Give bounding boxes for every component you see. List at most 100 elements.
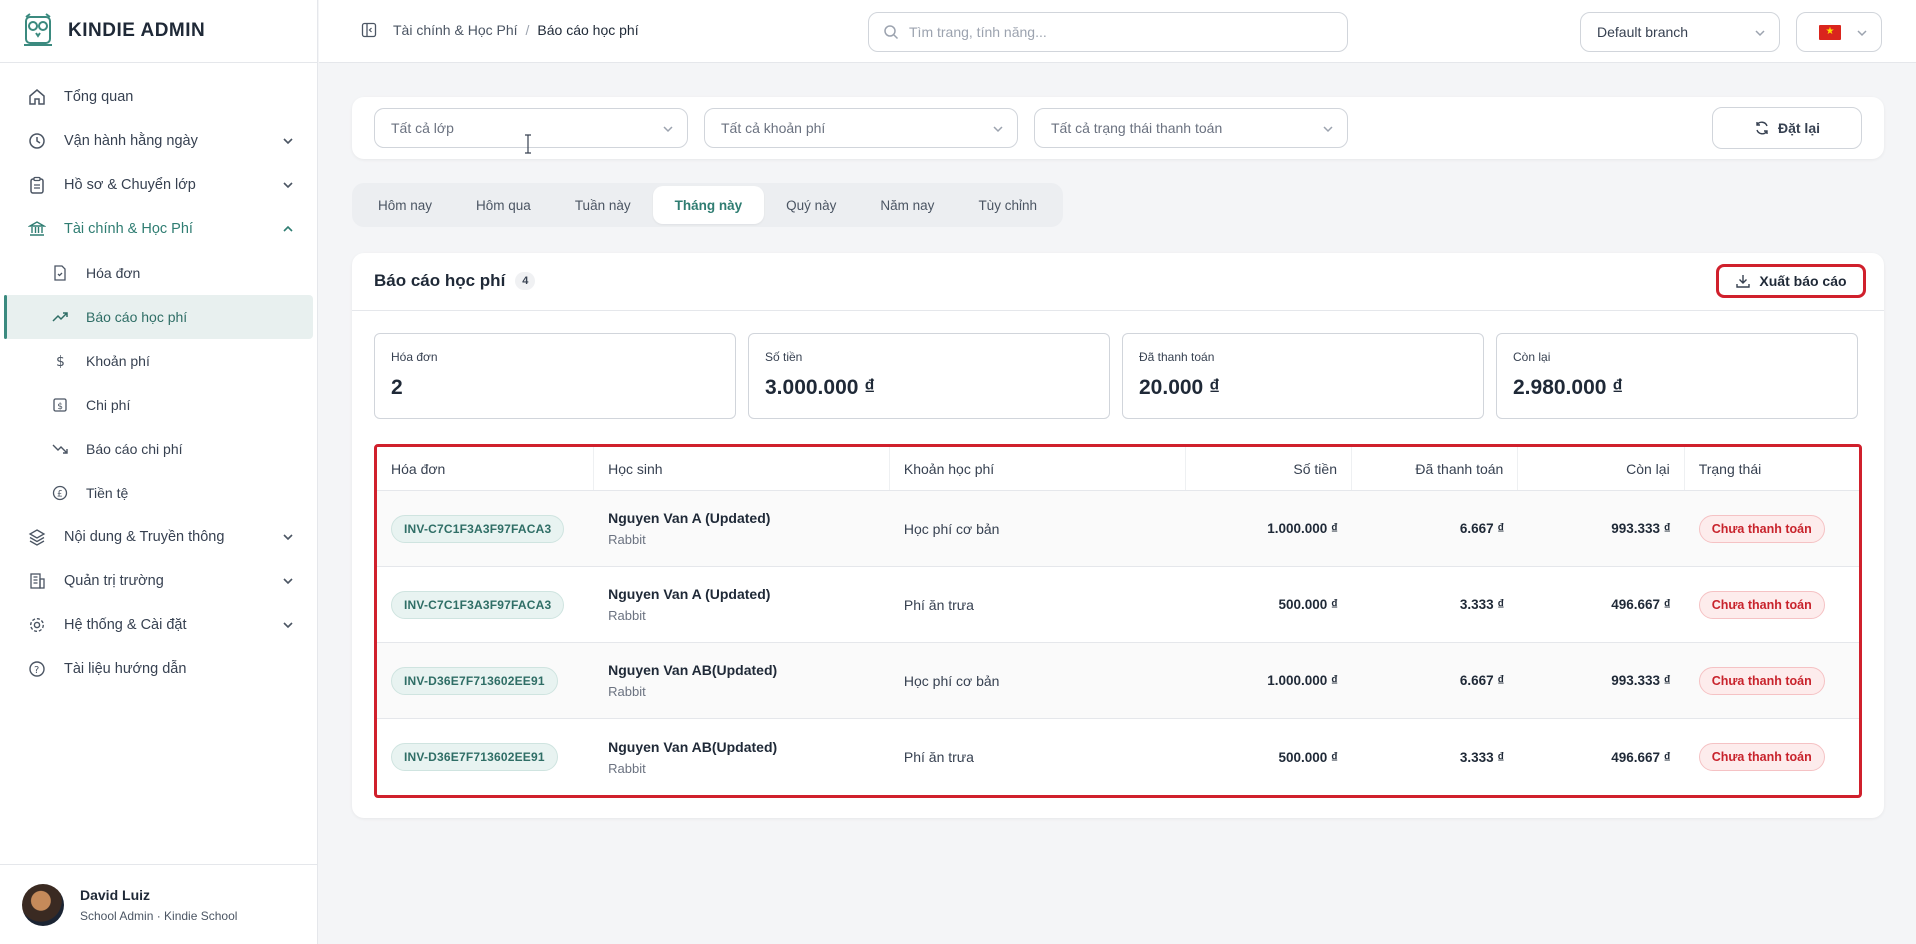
text-cursor-icon bbox=[525, 134, 531, 154]
sidebar-item-label: Hệ thống & Cài đặt bbox=[64, 617, 187, 633]
brand[interactable]: KINDIE ADMIN bbox=[0, 0, 317, 63]
tab-this-month[interactable]: Tháng này bbox=[652, 186, 765, 224]
tab-yesterday[interactable]: Hôm qua bbox=[454, 186, 553, 224]
status-badge: Chưa thanh toán bbox=[1698, 590, 1825, 619]
tab-this-quarter[interactable]: Quý này bbox=[764, 186, 858, 224]
sidebar-item-content[interactable]: Nội dung & Truyền thông bbox=[0, 515, 317, 559]
svg-text:?: ? bbox=[34, 665, 39, 676]
user-profile[interactable]: David Luiz School Admin · Kindie School bbox=[0, 864, 318, 944]
invoice-id-badge[interactable]: INV-D36E7F713602EE91 bbox=[391, 743, 558, 771]
sidebar-item-fees[interactable]: $ Khoản phí bbox=[0, 339, 317, 383]
column-header-remaining[interactable]: Còn lại bbox=[1518, 447, 1685, 490]
table-row[interactable]: INV-C7C1F3A3F97FACA3 Nguyen Van A (Updat… bbox=[377, 491, 1859, 567]
search-box[interactable] bbox=[868, 12, 1348, 52]
class-filter-value: Tất cả lớp bbox=[391, 120, 454, 136]
export-report-button[interactable]: Xuất báo cáo bbox=[1716, 264, 1866, 298]
student-class: Rabbit bbox=[608, 608, 646, 623]
stat-label: Đã thanh toán bbox=[1139, 350, 1215, 364]
sidebar-nav: Tổng quan Vận hành hằng ngày Hồ sơ & Chu… bbox=[0, 63, 317, 691]
breadcrumb-parent[interactable]: Tài chính & Học Phí bbox=[393, 22, 518, 38]
user-role: School Admin · Kindie School bbox=[80, 908, 238, 923]
svg-text:$: $ bbox=[56, 354, 65, 369]
payment-status-filter-select[interactable]: Tất cả trạng thái thanh toán bbox=[1034, 108, 1348, 148]
sidebar-item-label: Quản trị trường bbox=[64, 573, 164, 589]
stat-value: 2 bbox=[391, 376, 403, 399]
chevron-down-icon bbox=[663, 126, 673, 133]
column-header-status[interactable]: Trạng thái bbox=[1685, 447, 1859, 490]
table-row[interactable]: INV-C7C1F3A3F97FACA3 Nguyen Van A (Updat… bbox=[377, 567, 1859, 643]
sidebar-item-label: Tài chính & Học Phí bbox=[64, 221, 193, 237]
svg-text:£: £ bbox=[57, 490, 63, 500]
amount-cell: 1.000.000 ₫ bbox=[1267, 673, 1338, 688]
fee-filter-select[interactable]: Tất cả khoản phí bbox=[704, 108, 1018, 148]
sidebar-item-currency[interactable]: £ Tiền tệ bbox=[0, 471, 317, 515]
sidebar-item-finance[interactable]: Tài chính & Học Phí bbox=[0, 207, 317, 251]
tab-today[interactable]: Hôm nay bbox=[356, 186, 454, 224]
invoice-id-badge[interactable]: INV-D36E7F713602EE91 bbox=[391, 666, 558, 695]
sidebar-item-label: Tài liệu hướng dẫn bbox=[64, 661, 187, 677]
student-name: Nguyen Van A (Updated) bbox=[608, 510, 771, 526]
student-class: Rabbit bbox=[608, 684, 646, 699]
sidebar-item-settings[interactable]: Hệ thống & Cài đặt bbox=[0, 603, 317, 647]
report-title: Báo cáo học phí 4 bbox=[374, 271, 536, 291]
brand-name: KINDIE ADMIN bbox=[68, 20, 206, 41]
sidebar-item-label: Hóa đơn bbox=[86, 265, 141, 281]
amount-cell: 1.000.000 ₫ bbox=[1267, 521, 1338, 536]
currency-icon: £ bbox=[52, 485, 68, 501]
table-row[interactable]: INV-D36E7F713602EE91 Nguyen Van AB(Updat… bbox=[377, 719, 1859, 795]
sidebar-item-invoices[interactable]: Hóa đơn bbox=[0, 251, 317, 295]
remaining-cell: 496.667 ₫ bbox=[1611, 749, 1671, 765]
sidebar-item-label: Chi phí bbox=[86, 397, 131, 413]
tab-this-year[interactable]: Năm nay bbox=[858, 186, 956, 224]
column-header-invoice[interactable]: Hóa đơn bbox=[377, 447, 595, 490]
sidebar-item-overview[interactable]: Tổng quan bbox=[0, 75, 317, 119]
sidebar-item-label: Tiền tệ bbox=[86, 485, 129, 501]
invoice-id-badge[interactable]: INV-C7C1F3A3F97FACA3 bbox=[391, 514, 565, 543]
stat-value: 3.000.000 ₫ bbox=[765, 376, 876, 399]
sidebar-item-expenses[interactable]: $ Chi phí bbox=[0, 383, 317, 427]
sidebar-item-profiles[interactable]: Hồ sơ & Chuyển lớp bbox=[0, 163, 317, 207]
sidebar-item-tuition-report[interactable]: Báo cáo học phí bbox=[4, 295, 313, 339]
sidebar-toggle-icon[interactable] bbox=[361, 22, 377, 38]
language-select[interactable]: ★ bbox=[1796, 12, 1882, 52]
sidebar: KINDIE ADMIN Tổng quan Vận hành hằng ngà… bbox=[0, 0, 318, 944]
report-title-text: Báo cáo học phí bbox=[374, 271, 506, 290]
column-header-paid[interactable]: Đã thanh toán bbox=[1352, 447, 1519, 490]
sidebar-item-school-admin[interactable]: Quản trị trường bbox=[0, 559, 317, 603]
tab-this-week[interactable]: Tuần này bbox=[553, 186, 653, 224]
chevron-down-icon bbox=[283, 138, 293, 145]
clipboard-icon bbox=[28, 176, 46, 194]
count-badge: 4 bbox=[515, 272, 536, 290]
paid-cell: 3.333 ₫ bbox=[1459, 597, 1505, 612]
column-header-fee[interactable]: Khoản học phí bbox=[890, 447, 1186, 490]
sidebar-item-docs[interactable]: ? Tài liệu hướng dẫn bbox=[0, 647, 317, 691]
chevron-down-icon bbox=[283, 182, 293, 189]
trending-up-icon bbox=[52, 309, 68, 325]
reset-button[interactable]: Đặt lại bbox=[1712, 107, 1862, 149]
stat-card-invoices: Hóa đơn 2 bbox=[374, 333, 736, 419]
report-table: Hóa đơn Học sinh Khoản học phí Số tiền Đ… bbox=[374, 444, 1862, 798]
student-class: Rabbit bbox=[608, 532, 646, 547]
stat-card-amount: Số tiền 3.000.000 ₫ bbox=[748, 333, 1110, 419]
paid-cell: 3.333 ₫ bbox=[1459, 749, 1505, 765]
reset-button-label: Đặt lại bbox=[1777, 120, 1820, 136]
remaining-cell: 993.333 ₫ bbox=[1611, 673, 1671, 688]
search-input[interactable] bbox=[909, 24, 1329, 40]
sidebar-item-expense-report[interactable]: Báo cáo chi phí bbox=[0, 427, 317, 471]
student-class: Rabbit bbox=[608, 760, 646, 776]
fee-name: Phí ăn trưa bbox=[903, 749, 974, 765]
user-name: David Luiz bbox=[80, 886, 151, 903]
tab-custom[interactable]: Tùy chỉnh bbox=[956, 186, 1059, 224]
column-header-student[interactable]: Học sinh bbox=[594, 447, 890, 490]
table-row[interactable]: INV-D36E7F713602EE91 Nguyen Van AB(Updat… bbox=[377, 643, 1859, 719]
branch-select[interactable]: Default branch bbox=[1580, 12, 1780, 52]
column-header-amount[interactable]: Số tiền bbox=[1186, 447, 1352, 490]
amount-cell: 500.000 ₫ bbox=[1278, 749, 1338, 765]
sidebar-item-label: Vận hành hằng ngày bbox=[64, 133, 198, 149]
sidebar-item-daily-ops[interactable]: Vận hành hằng ngày bbox=[0, 119, 317, 163]
fee-name: Phí ăn trưa bbox=[903, 596, 974, 613]
card-header: Báo cáo học phí 4 Xuất báo cáo bbox=[352, 253, 1884, 311]
invoice-id-badge[interactable]: INV-C7C1F3A3F97FACA3 bbox=[391, 590, 565, 619]
building-icon bbox=[28, 572, 46, 590]
chevron-down-icon bbox=[993, 126, 1003, 133]
